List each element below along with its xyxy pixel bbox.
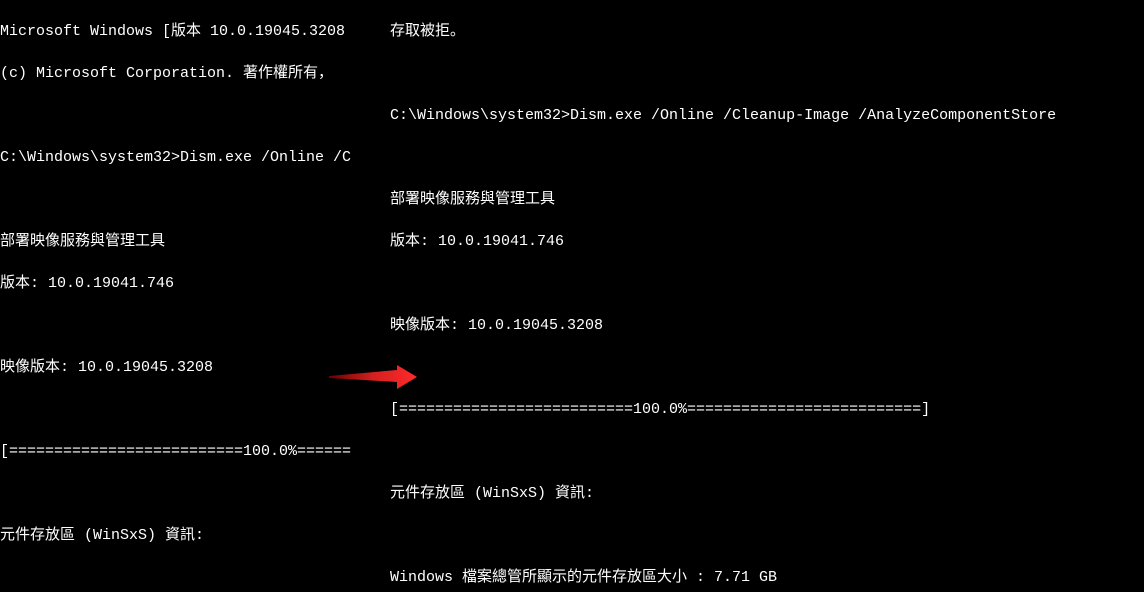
console-line: 元件存放區 (WinSxS) 資訊: xyxy=(0,525,390,546)
console-line: 版本: 10.0.19041.746 xyxy=(390,231,1144,252)
console-line: Microsoft Windows [版本 10.0.19045.3208 xyxy=(0,21,390,42)
console-line: 映像版本: 10.0.19045.3208 xyxy=(0,357,390,378)
console-line: C:\Windows\system32>Dism.exe /Online /Cl… xyxy=(390,105,1144,126)
console-line: 部署映像服務與管理工具 xyxy=(0,231,390,252)
console-line: Windows 檔案總管所顯示的元件存放區大小 : 7.71 GB xyxy=(390,567,1144,588)
terminal-left-pane: Microsoft Windows [版本 10.0.19045.3208 (c… xyxy=(0,0,390,592)
console-line: 映像版本: 10.0.19045.3208 xyxy=(390,315,1144,336)
console-line: (c) Microsoft Corporation. 著作權所有， xyxy=(0,63,390,84)
console-line: [==========================100.0%====== xyxy=(0,441,390,462)
console-line: [==========================100.0%=======… xyxy=(390,399,1144,420)
console-line: 存取被拒。 xyxy=(390,21,1144,42)
console-line: C:\Windows\system32>Dism.exe /Online /C xyxy=(0,147,390,168)
terminal-right-pane: 存取被拒。 C:\Windows\system32>Dism.exe /Onli… xyxy=(390,0,1144,592)
console-line: 部署映像服務與管理工具 xyxy=(390,189,1144,210)
console-line: 版本: 10.0.19041.746 xyxy=(0,273,390,294)
console-line: 元件存放區 (WinSxS) 資訊: xyxy=(390,483,1144,504)
